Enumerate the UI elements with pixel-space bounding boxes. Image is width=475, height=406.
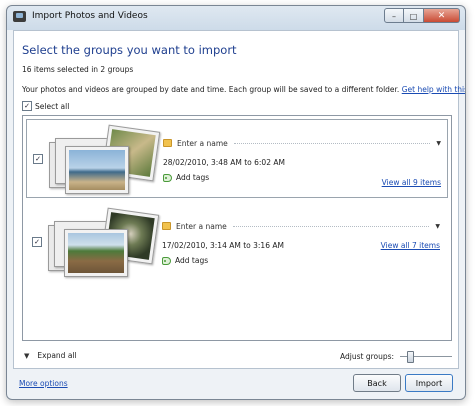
group-checkbox[interactable]: ✓ [32,237,42,247]
group-name-field[interactable]: Enter a name ▼ [162,220,440,232]
page-title: Select the groups you want to import [22,43,237,57]
group-name-placeholder[interactable]: Enter a name [176,222,227,231]
chevron-down-icon[interactable]: ▼ [435,223,440,230]
selection-summary: 16 items selected in 2 groups [22,65,134,74]
add-tags-button[interactable]: Add tags [162,256,208,265]
folder-icon [163,139,172,147]
group-thumbnail-stack [46,207,160,277]
grouping-info: Your photos and videos are grouped by da… [22,85,465,94]
group-checkbox[interactable]: ✓ [33,154,43,164]
view-all-link[interactable]: View all 7 items [381,241,440,250]
name-underline [232,225,430,227]
import-dialog: Import Photos and Videos – □ ✕ Select th… [6,5,466,400]
dialog-content: Select the groups you want to import 16 … [13,30,465,369]
more-options-link[interactable]: More options [19,379,68,388]
view-all-link[interactable]: View all 9 items [382,178,441,187]
expand-all-button[interactable]: ▼ Expand all [24,351,77,360]
group-name-field[interactable]: Enter a name ▼ [163,137,441,149]
group-thumbnail-stack [47,124,161,194]
expand-all-label: Expand all [37,351,77,360]
adjust-groups-slider[interactable] [400,351,453,363]
adjust-groups-label: Adjust groups: [340,351,395,361]
name-underline [233,142,431,144]
title-bar: Import Photos and Videos – □ ✕ [7,6,465,30]
select-all-label: Select all [35,101,70,111]
folder-icon [162,222,171,230]
photo-group[interactable]: ✓ Enter a name ▼ 17/02/2010, 3:14 AM to … [26,203,446,280]
minimize-button[interactable]: – [384,8,404,23]
adjust-groups-control: Adjust groups: [340,351,453,363]
tag-icon [163,173,172,182]
groups-list: ✓ Enter a name ▼ 28/02/2010, 3:48 AM to … [22,115,452,341]
back-button[interactable]: Back [353,374,401,392]
chevron-down-icon: ▼ [24,351,30,360]
grouping-info-text: Your photos and videos are grouped by da… [22,85,400,94]
group-name-placeholder[interactable]: Enter a name [177,139,228,148]
check-icon[interactable]: ✓ [22,101,32,111]
help-link[interactable]: Get help with this [402,85,465,94]
maximize-button[interactable]: □ [404,8,424,23]
add-tags-label[interactable]: Add tags [176,173,209,182]
import-button[interactable]: Import [405,374,453,392]
slider-thumb[interactable] [407,351,415,363]
chevron-down-icon[interactable]: ▼ [436,140,441,147]
group-date-range: 17/02/2010, 3:14 AM to 3:16 AM [162,241,284,250]
add-tags-button[interactable]: Add tags [163,173,209,182]
window-controls: – □ ✕ [384,8,460,23]
dialog-footer: More options Back Import [7,368,465,399]
photo-thumbnail [65,146,129,194]
tag-icon [162,256,171,265]
close-button[interactable]: ✕ [424,8,460,23]
select-all-checkbox[interactable]: ✓ Select all [22,101,69,111]
photo-thumbnail [64,229,128,277]
import-app-icon [13,11,26,22]
photo-group[interactable]: ✓ Enter a name ▼ 28/02/2010, 3:48 AM to … [26,119,448,198]
window-title: Import Photos and Videos [32,11,148,21]
add-tags-label[interactable]: Add tags [175,256,208,265]
group-date-range: 28/02/2010, 3:48 AM to 6:02 AM [163,158,285,167]
